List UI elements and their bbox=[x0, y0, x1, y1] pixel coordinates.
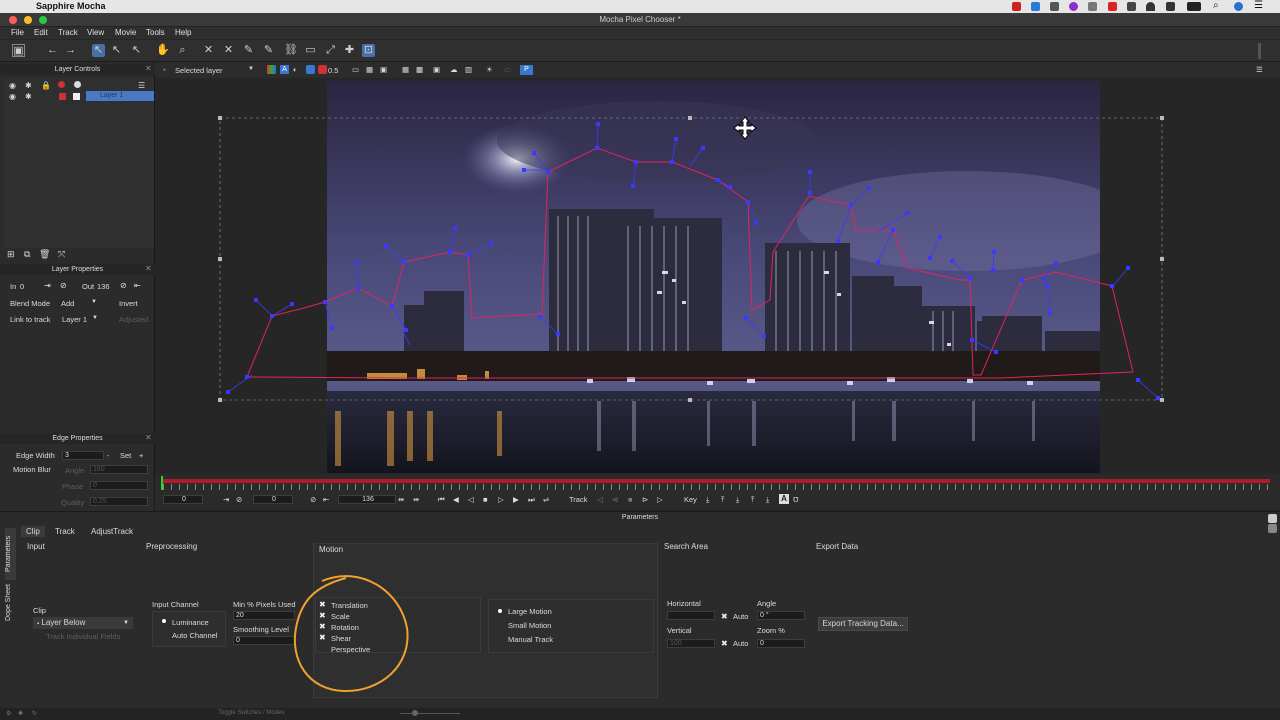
zoom-slider[interactable] bbox=[400, 713, 460, 714]
zoom-slider-handle[interactable] bbox=[412, 710, 418, 716]
toggle-switches-label: Toggle Switches / Modes bbox=[218, 710, 285, 716]
highlight-circle bbox=[293, 575, 409, 693]
gear-icon[interactable]: ✱ bbox=[18, 710, 23, 717]
refresh-icon[interactable]: ↻ bbox=[32, 710, 37, 717]
status-bar: ⚙ ✱ ↻ Toggle Switches / Modes bbox=[0, 708, 1280, 720]
settings-icon[interactable]: ⚙ bbox=[6, 710, 11, 717]
annotation-overlay bbox=[293, 575, 409, 693]
